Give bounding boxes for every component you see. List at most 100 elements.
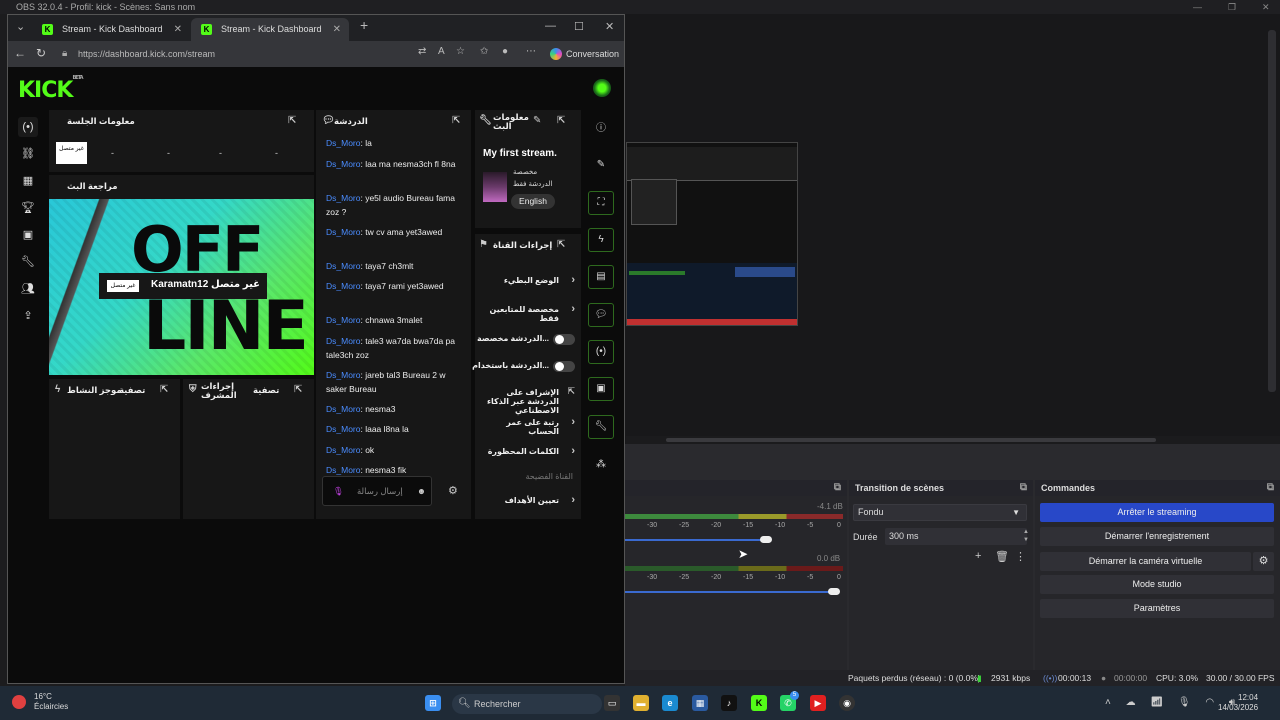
link-nav-icon[interactable]: ⛓: [18, 144, 38, 164]
toggle-switch[interactable]: [553, 361, 575, 372]
taskbar-search[interactable]: 🔍︎ Rechercher: [452, 694, 602, 714]
stop-streaming-button[interactable]: Arrêter le streaming: [1040, 503, 1274, 522]
fullscreen-icon[interactable]: ⛶: [588, 191, 614, 215]
emoji-icon[interactable]: ☻: [417, 477, 426, 505]
chat-username[interactable]: Ds_Moro: [326, 138, 360, 148]
chat-bubble-icon[interactable]: 💬︎: [588, 303, 614, 327]
obs-vertical-scrollbar[interactable]: [1268, 30, 1276, 392]
avatar[interactable]: [593, 79, 611, 97]
chat-username[interactable]: Ds_Moro: [326, 424, 360, 434]
channel-action-row[interactable]: تعيين الأهداف ›: [475, 488, 581, 514]
chat-input[interactable]: 🎙︎ إرسال رسالة ☻: [322, 476, 432, 506]
chevron-up-icon[interactable]: ˄: [1105, 697, 1111, 708]
url-field[interactable]: 🔒︎ https://dashboard.kick.com/stream: [56, 45, 416, 63]
channel-action-row[interactable]: الوضع البطيء ›: [475, 268, 581, 294]
wifi-icon[interactable]: ◠: [1205, 697, 1214, 708]
analytics-nav-icon[interactable]: ▦: [18, 171, 38, 191]
windows-start-icon[interactable]: ⊞: [425, 695, 441, 711]
popout-icon[interactable]: ⇱: [288, 110, 296, 132]
volume-knob-2[interactable]: [828, 588, 840, 595]
channel-action-row[interactable]: الدردشة باستخدام...: [472, 353, 581, 379]
task-view-icon[interactable]: ▭: [604, 695, 620, 711]
chat-username[interactable]: Ds_Moro: [326, 227, 360, 237]
minimize-icon[interactable]: —: [1193, 0, 1202, 14]
refresh-icon[interactable]: ↻: [36, 46, 46, 60]
gear-icon[interactable]: ⚙: [448, 484, 458, 497]
filter-button[interactable]: تصفية: [253, 379, 279, 401]
trophy-nav-icon[interactable]: 🏆︎: [18, 198, 38, 218]
popout-icon[interactable]: ⇱: [452, 110, 460, 132]
broadcast-icon[interactable]: (•): [588, 340, 614, 364]
chat-username[interactable]: Ds_Moro: [326, 404, 360, 414]
add-icon[interactable]: +: [975, 550, 981, 562]
popout-icon[interactable]: ⇱: [557, 110, 565, 132]
tab-kick-dashboard-1[interactable]: K Stream - Kick Dashboard ✕: [32, 18, 190, 41]
chat-username[interactable]: Ds_Moro: [326, 370, 360, 380]
duration-spinner[interactable]: ▲ ▼: [1023, 528, 1029, 544]
volume-knob-1[interactable]: [760, 536, 772, 543]
more-icon[interactable]: ⋮: [1015, 550, 1026, 563]
popout-icon[interactable]: ⇱: [557, 234, 565, 256]
kick-app-icon[interactable]: K: [751, 695, 767, 711]
maximize-icon[interactable]: ❐: [1228, 0, 1236, 14]
close-icon[interactable]: ✕: [605, 20, 614, 33]
float-icon[interactable]: ⧉: [834, 480, 841, 496]
close-icon[interactable]: ✕: [1262, 0, 1270, 14]
wrench-nav-icon[interactable]: 🔧︎: [18, 252, 38, 272]
upload-nav-icon[interactable]: ⇪: [18, 306, 38, 326]
channel-action-row[interactable]: الإشراف على الدردشة عبر الذكاء الاصطناعي…: [475, 380, 581, 415]
chat-username[interactable]: Ds_Moro: [326, 261, 360, 271]
close-tab-icon[interactable]: ✕: [174, 18, 182, 41]
volume-fader-2[interactable]: [625, 591, 835, 593]
chat-username[interactable]: Ds_Moro: [326, 336, 360, 346]
tab-list-icon[interactable]: ⌄: [16, 20, 25, 33]
clock[interactable]: 12:04 14/03/2026: [1218, 693, 1258, 713]
chat-username[interactable]: Ds_Moro: [326, 445, 360, 455]
kick-logo[interactable]: KICKBETA: [18, 75, 84, 103]
store-icon[interactable]: ▦: [692, 695, 708, 711]
wrench-icon[interactable]: 🔧︎: [588, 415, 614, 439]
edit-pencil-icon[interactable]: ✎: [588, 153, 614, 177]
chat-username[interactable]: Ds_Moro: [326, 159, 360, 169]
stream-nav-icon[interactable]: (•): [18, 117, 38, 137]
transition-select[interactable]: Fondu ▼: [853, 504, 1027, 521]
studio-mode-button[interactable]: Mode studio: [1040, 575, 1274, 594]
read-aloud-icon[interactable]: A: [438, 46, 445, 57]
share-icon[interactable]: ⁂: [588, 453, 614, 477]
network-icon[interactable]: 📶︎: [1150, 697, 1163, 708]
new-tab-icon[interactable]: +: [360, 17, 368, 33]
community-nav-icon[interactable]: 👥︎: [18, 279, 38, 299]
close-tab-icon[interactable]: ✕: [333, 18, 341, 41]
popout-icon[interactable]: ⇱: [160, 379, 168, 401]
maximize-icon[interactable]: ☐: [574, 20, 584, 33]
float-icon[interactable]: ⧉: [1020, 480, 1027, 496]
translate-icon[interactable]: ⇄: [418, 46, 426, 57]
duration-input[interactable]: 300 ms: [885, 528, 1027, 545]
info-icon[interactable]: ⓘ: [588, 117, 614, 141]
obs-preview-canvas[interactable]: [626, 142, 798, 326]
microphone-icon[interactable]: 🎙︎: [1178, 697, 1191, 708]
document-icon[interactable]: ▤: [588, 265, 614, 289]
favorite-star-icon[interactable]: ☆: [456, 46, 465, 57]
toggle-switch[interactable]: [553, 334, 575, 345]
start-recording-button[interactable]: Démarrer l'enregistrement: [1040, 527, 1274, 546]
float-icon[interactable]: ⧉: [1267, 480, 1274, 496]
obs-horizontal-scrollbar[interactable]: [626, 436, 1280, 444]
chat-username[interactable]: Ds_Moro: [326, 465, 360, 475]
microphone-icon[interactable]: 🎙︎: [333, 477, 344, 505]
channel-action-row[interactable]: مخصصة للمتابعين فقط ›: [475, 297, 581, 323]
filter-button[interactable]: تصفية: [119, 379, 145, 401]
popout-icon[interactable]: ⇱: [294, 379, 302, 401]
obs-app-icon[interactable]: ◉: [839, 695, 855, 711]
profile-icon[interactable]: ●: [502, 46, 508, 57]
gear-icon[interactable]: ⚙: [1253, 552, 1274, 571]
favorites-icon[interactable]: ✩: [480, 46, 488, 57]
youtube-icon[interactable]: ▶: [810, 695, 826, 711]
volume-fader-1[interactable]: [625, 539, 765, 541]
copilot-conversation-button[interactable]: Conversation: [550, 45, 619, 63]
file-explorer-icon[interactable]: ▬: [633, 695, 649, 711]
virtual-camera-button[interactable]: Démarrer la caméra virtuelle: [1040, 552, 1251, 571]
bolt-icon[interactable]: ϟ: [588, 228, 614, 252]
layout-icon[interactable]: ▣: [588, 377, 614, 401]
chat-username[interactable]: Ds_Moro: [326, 193, 360, 203]
